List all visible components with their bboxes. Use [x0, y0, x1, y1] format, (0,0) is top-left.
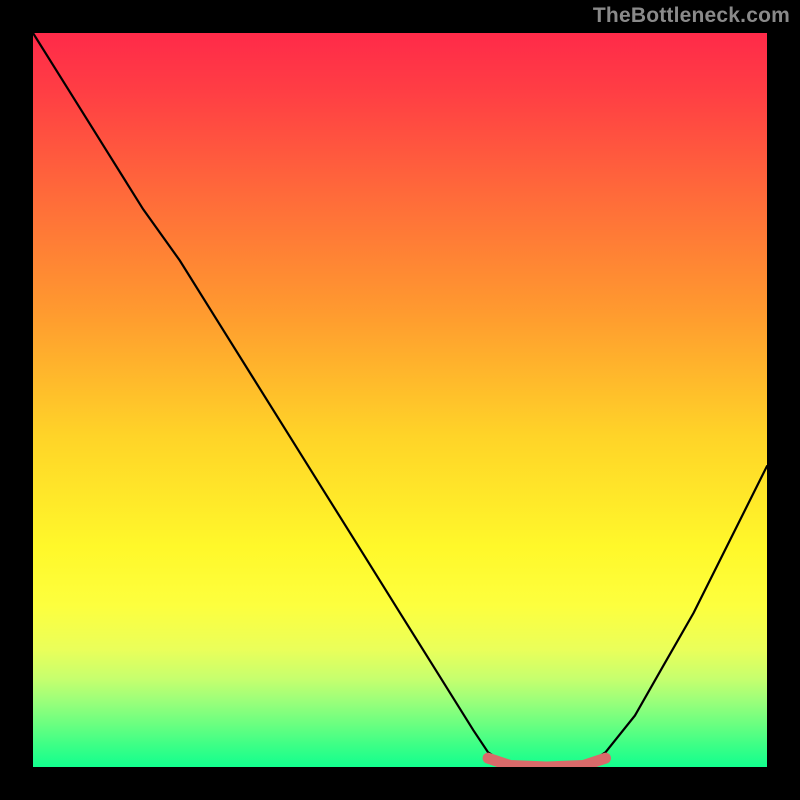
chart-frame: TheBottleneck.com — [0, 0, 800, 800]
bottleneck-curve-path — [33, 33, 767, 767]
watermark-text: TheBottleneck.com — [593, 4, 790, 28]
flat-highlight-path — [488, 758, 605, 767]
chart-plot-area — [33, 33, 767, 767]
chart-svg — [33, 33, 767, 767]
